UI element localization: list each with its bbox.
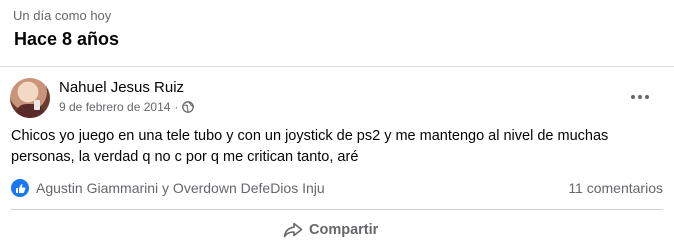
memory-title: Hace 8 años — [14, 29, 120, 49]
post-date[interactable]: 9 de febrero de 2014 — [59, 100, 170, 114]
action-divider — [11, 209, 663, 210]
share-label: Compartir — [309, 222, 379, 238]
reactors-names[interactable]: Agustin Giammarini y Overdown DefeDios I… — [36, 180, 325, 196]
post-meta: 9 de febrero de 2014 · — [59, 100, 195, 114]
comments-count[interactable]: 11 comentarios — [568, 180, 663, 196]
globe-icon[interactable] — [182, 101, 195, 113]
memory-eyebrow: Un día como hoy — [13, 8, 112, 23]
more-options-button[interactable] — [626, 85, 654, 109]
post-text: Chicos yo juego en una tele tubo y con u… — [11, 128, 609, 165]
share-button[interactable]: Compartir — [283, 219, 378, 241]
share-icon — [283, 222, 303, 238]
post-card: Nahuel Jesus Ruiz 9 de febrero de 2014 ·… — [0, 67, 674, 250]
reactions-row: Agustin Giammarini y Overdown DefeDios I… — [11, 179, 663, 199]
memory-header: Un día como hoy Hace 8 años — [0, 0, 674, 66]
avatar[interactable] — [10, 78, 50, 118]
like-icon[interactable] — [11, 179, 29, 197]
meta-separator: · — [174, 100, 179, 114]
author-name[interactable]: Nahuel Jesus Ruiz — [59, 79, 184, 96]
